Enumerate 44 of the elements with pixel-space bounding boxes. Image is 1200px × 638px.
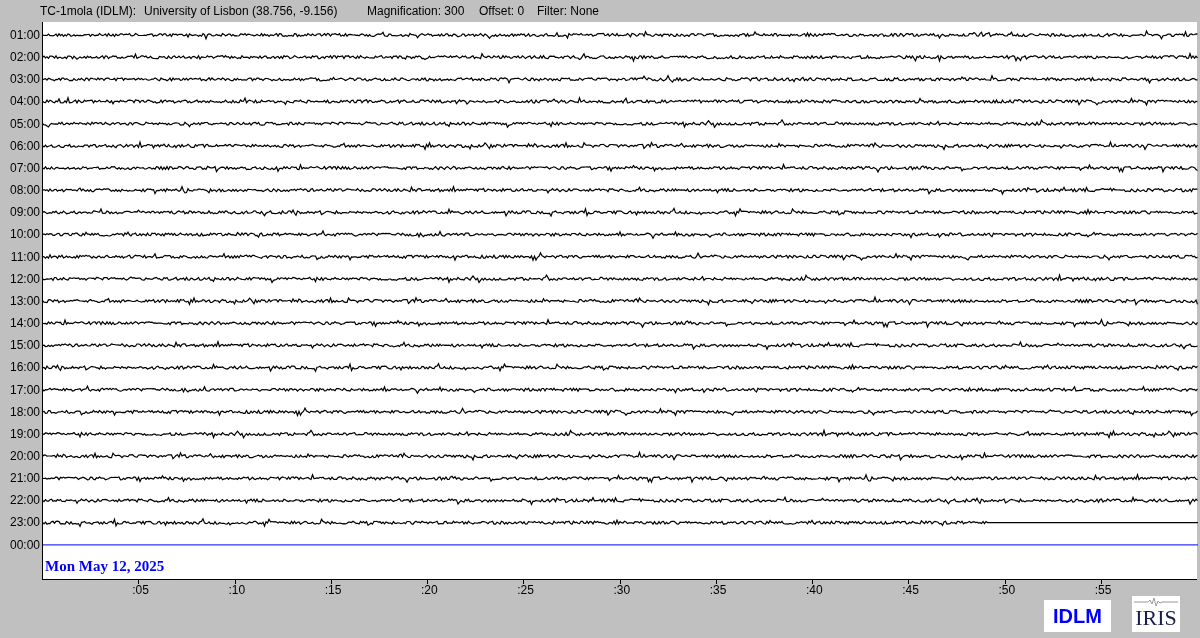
filter-value: Filter: None [537,3,600,20]
hour-label: 11:00 [9,248,41,266]
station-name: TC-1mola (IDLM): [40,3,137,20]
minute-label: :35 [709,583,727,597]
minute-label: :05 [132,583,149,597]
hour-label: 09:00 [8,204,41,222]
hour-label: 23:00 [8,514,41,532]
hour-label: 12:00 [8,270,41,288]
hour-label: 17:00 [8,381,41,399]
hour-label: 15:00 [8,337,41,355]
minute-label: :30 [613,583,631,597]
station-location: University of Lisbon (38.756, -9.156) [144,3,339,20]
hour-label: 07:00 [8,159,41,177]
hour-label: 14:00 [8,315,41,333]
hour-label: 03:00 [8,71,41,89]
minute-label: :55 [1094,583,1112,597]
hour-label: 08:00 [8,182,41,200]
hour-label: 10:00 [8,226,41,244]
magnification-value: Magnification: 300 [367,3,466,20]
hour-label: 01:00 [8,27,41,44]
partner-logo: IRIS [1132,596,1180,632]
hour-label: 22:00 [8,492,41,510]
minute-label: :45 [902,583,919,597]
minute-label: :20 [421,583,438,597]
hour-label: 21:00 [8,470,41,488]
hour-label: 16:00 [8,359,41,377]
waveform-icon [1134,597,1178,607]
minute-label: :40 [806,583,823,597]
minute-label: :15 [324,583,342,597]
hour-label: 02:00 [8,49,41,67]
minute-label: :50 [998,583,1016,597]
hour-label: 04:00 [8,93,41,111]
minute-label: :25 [517,583,534,597]
hour-label: 19:00 [8,425,41,443]
hour-label: 18:00 [8,403,41,421]
network-logo: IDLM [1044,600,1111,632]
hour-label: 13:00 [8,292,41,310]
hour-label: 00:00 [8,536,41,554]
hour-label: 20:00 [8,447,41,465]
minute-label: :10 [228,583,246,597]
offset-value: Offset: 0 [479,3,526,20]
hour-label: 06:00 [8,137,41,155]
hour-label: 05:00 [8,115,41,133]
date-label: Mon May 12, 2025 [45,557,165,575]
